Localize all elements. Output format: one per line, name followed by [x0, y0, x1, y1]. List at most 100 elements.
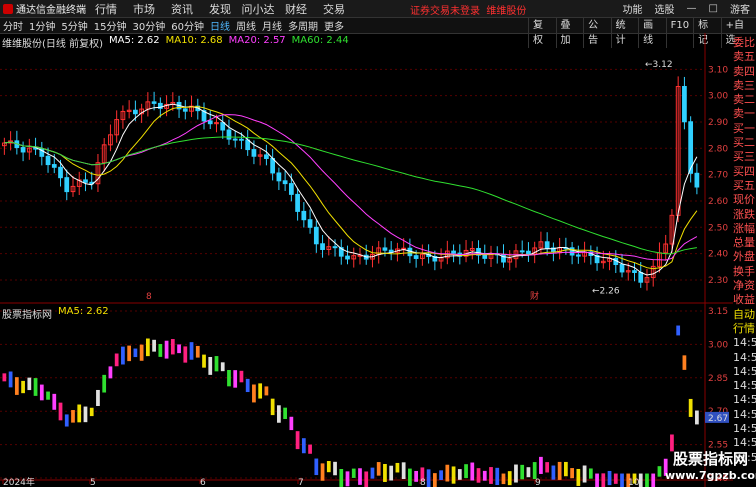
sub-panel-legend: 股票指标网 MA5: 2.62	[2, 306, 109, 321]
candle-body	[51, 164, 57, 168]
order-book-row: 卖五	[733, 50, 755, 64]
order-book-row: 买五	[733, 178, 755, 192]
order-book-panel: 委比 卖五 卖四 卖三 卖二 卖一 买一 买二 买三 买四 买五 现价 涨跌 涨幅 总量 外盘 换手 净资 收益 自动…	[733, 36, 756, 465]
tab-weekly[interactable]: 周线	[233, 18, 259, 33]
indicator-bar	[158, 344, 163, 357]
menu-item-market[interactable]: 市场	[125, 1, 163, 17]
candle-body	[151, 101, 157, 104]
ma60-label: MA60: 2.44	[291, 35, 349, 46]
y-tick-label: 2.30	[708, 276, 728, 286]
indicator-bar	[333, 461, 337, 476]
menu-item-quotes[interactable]: 行情	[87, 1, 125, 17]
order-book-row: 现价	[733, 193, 755, 207]
indicator-bar	[108, 366, 113, 379]
app-logo: 通达信金融终端	[0, 1, 87, 16]
indicator-bar	[27, 377, 32, 391]
indicator-bar	[195, 345, 200, 358]
indicator-bar	[514, 464, 518, 483]
indicator-bar	[557, 461, 562, 480]
candle-body	[264, 154, 269, 159]
menu-item-discover[interactable]: 发现	[201, 1, 239, 17]
x-tick-label: 10	[628, 478, 640, 487]
minimize-icon[interactable]: —	[687, 3, 697, 14]
tab-1min[interactable]: 1分钟	[26, 18, 58, 33]
indicator-bar	[389, 465, 394, 481]
maximize-icon[interactable]: □	[709, 3, 718, 14]
stock-picker-button[interactable]: 选股	[655, 1, 675, 16]
indicator-bar	[439, 470, 443, 481]
tab-monthly[interactable]: 月线	[259, 18, 285, 33]
candle-body	[345, 255, 350, 260]
tick-time-row: 14:50	[733, 393, 756, 407]
indicator-bar	[507, 471, 512, 486]
tab-60min[interactable]: 60分钟	[168, 18, 207, 33]
indicator-bar	[526, 467, 531, 478]
ma5-label: MA5: 2.62	[108, 35, 160, 46]
candle-body	[307, 219, 313, 228]
indicator-bar	[470, 462, 475, 481]
indicator-bar	[214, 356, 219, 372]
indicator-bar	[233, 370, 238, 388]
candle-body	[413, 255, 419, 259]
indicator-bar	[607, 470, 612, 486]
tab-daily[interactable]: 日线	[207, 18, 233, 33]
order-book-row: 涨跌	[733, 207, 755, 221]
tab-timeshare[interactable]: 分时	[0, 18, 26, 33]
sub-y-tick-label: 3.00	[708, 340, 728, 350]
candle-body	[569, 247, 575, 256]
tab-multi-period[interactable]: 多周期	[285, 18, 321, 33]
candle-body	[276, 172, 282, 182]
y-tick-label: 3.00	[708, 92, 728, 102]
tick-time-row: 14:50	[733, 407, 756, 421]
candle-body	[619, 264, 625, 273]
candle-body	[239, 138, 244, 141]
marker-label: 8	[146, 292, 152, 302]
ma20-label: MA20: 2.57	[228, 35, 286, 46]
indicator-bar	[351, 468, 356, 478]
indicator-bar	[401, 462, 406, 480]
menu-item-ask[interactable]: 问小达	[239, 1, 277, 17]
menu-item-finance[interactable]: 财经	[277, 1, 315, 17]
order-book-row: 净资	[733, 279, 755, 293]
candle-body	[301, 210, 307, 221]
candle-body	[207, 120, 213, 125]
watermark: 股票指标网 www.7gpzb.com	[665, 448, 756, 482]
ma5-line	[4, 103, 698, 276]
tab-5min[interactable]: 5分钟	[58, 18, 90, 33]
y-tick-label: 2.80	[708, 144, 728, 154]
tab-15min[interactable]: 15分钟	[91, 18, 130, 33]
tab-more[interactable]: 更多	[321, 18, 347, 33]
indicator-bar	[676, 325, 681, 336]
indicator-bar	[33, 378, 38, 396]
order-book-row: 买三	[733, 150, 755, 164]
indicator-bar	[127, 345, 132, 362]
indicator-bar	[383, 463, 387, 482]
indicator-bar	[114, 353, 119, 367]
indicator-bar	[551, 465, 556, 480]
x-tick-label: 7	[298, 478, 304, 487]
guest-label[interactable]: 游客	[730, 1, 750, 16]
watermark-title: 股票指标网	[672, 450, 748, 468]
candle-body	[544, 241, 550, 249]
indicator-bar	[364, 471, 369, 487]
menu-item-trade[interactable]: 交易	[315, 1, 353, 17]
indicator-bar	[102, 374, 107, 393]
candle-body	[482, 254, 488, 259]
kline-chart[interactable]: 3.10 3.00 2.90 2.80 2.70 2.60 2.50 2.40 2.30 3.15…	[0, 33, 733, 487]
function-button[interactable]: 功能	[623, 1, 643, 16]
indicator-bar	[501, 473, 506, 485]
indicator-bar	[532, 462, 537, 480]
indicator-bar	[495, 467, 500, 485]
candle-body	[694, 172, 700, 188]
indicator-bar	[64, 414, 69, 427]
tab-30min[interactable]: 30分钟	[129, 18, 168, 33]
tick-time-row: 14:50	[733, 379, 756, 393]
order-book-row: 委比	[733, 36, 755, 49]
candle-body	[20, 147, 26, 153]
indicator-bar	[320, 463, 325, 481]
indicator-bar	[277, 405, 281, 423]
menu-item-news[interactable]: 资讯	[163, 1, 201, 17]
login-status[interactable]: 证券交易未登录 维维股份	[410, 2, 526, 17]
candle-body	[251, 149, 257, 157]
indicator-bar	[582, 465, 587, 483]
